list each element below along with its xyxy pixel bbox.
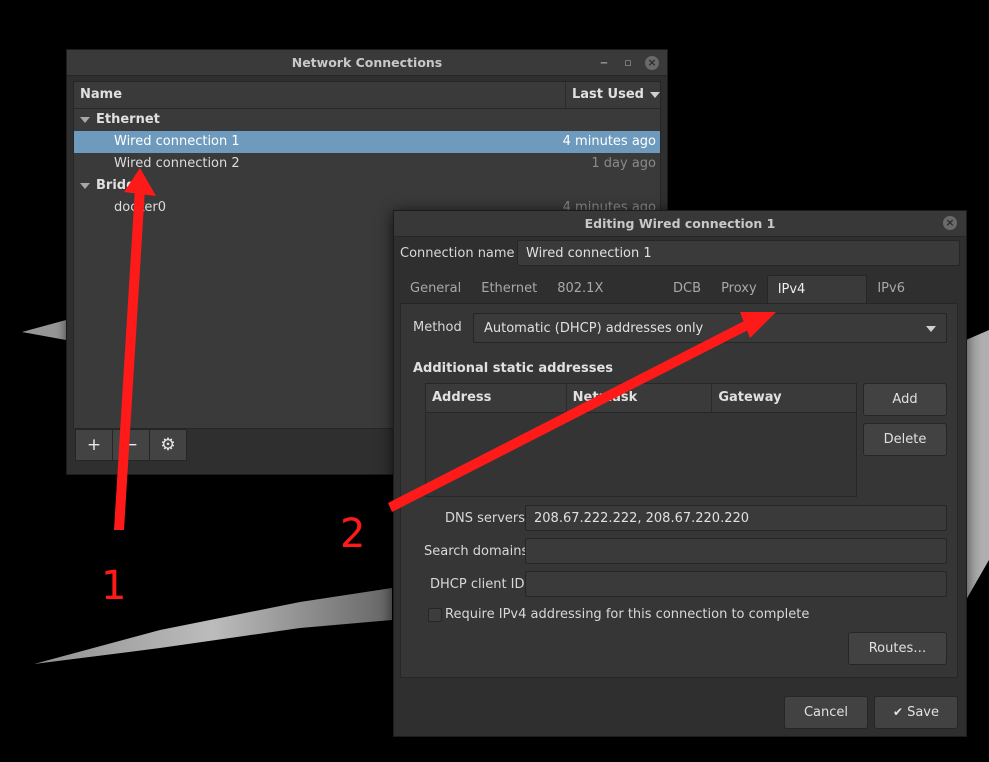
connection-name: docker0: [114, 200, 167, 215]
group-ethernet[interactable]: Ethernet: [74, 109, 660, 131]
dhcp-client-id-input[interactable]: [525, 571, 947, 597]
checkmark-icon: ✔: [893, 705, 904, 719]
group-label: Ethernet: [96, 112, 160, 127]
close-icon[interactable]: ×: [943, 216, 957, 230]
additional-static-title: Additional static addresses: [413, 361, 614, 376]
column-name-label: Name: [80, 87, 123, 102]
tab-dcb[interactable]: DCB: [663, 275, 711, 303]
editing-connection-window: Editing Wired connection 1 × Connection …: [393, 210, 967, 737]
search-domains-label: Search domains: [424, 544, 529, 559]
tab-ipv4-settings[interactable]: IPv4 Settings: [766, 275, 868, 325]
column-name[interactable]: Name: [74, 82, 566, 108]
static-addresses-table[interactable]: Address Netmask Gateway: [425, 383, 857, 497]
column-netmask[interactable]: Netmask: [567, 384, 713, 412]
group-bridge[interactable]: Bridge: [74, 175, 660, 197]
close-icon[interactable]: ×: [645, 55, 659, 70]
tab-proxy[interactable]: Proxy: [711, 275, 767, 303]
editor-titlebar[interactable]: Editing Wired connection 1 ×: [394, 211, 966, 237]
tab-ipv6-settings[interactable]: IPv6 Settings: [867, 275, 966, 324]
network-connections-titlebar[interactable]: Network Connections ‒ ▫ ×: [67, 50, 667, 76]
table-header: Address Netmask Gateway: [426, 384, 856, 413]
tab-general[interactable]: General: [400, 275, 471, 303]
column-last-used[interactable]: Last Used: [566, 82, 660, 108]
column-gateway[interactable]: Gateway: [712, 384, 856, 412]
cancel-button[interactable]: Cancel: [784, 696, 868, 729]
editor-title: Editing Wired connection 1: [584, 216, 776, 231]
add-address-button[interactable]: Add: [863, 383, 947, 416]
column-address[interactable]: Address: [426, 384, 567, 412]
connections-toolbar: + − ⚙: [75, 429, 187, 461]
add-connection-button[interactable]: +: [75, 429, 113, 461]
annotation-label-2: 2: [340, 511, 366, 557]
group-label: Bridge: [96, 178, 145, 193]
expand-triangle-icon[interactable]: [80, 183, 90, 189]
method-select[interactable]: Automatic (DHCP) addresses only: [473, 313, 947, 343]
dhcp-client-id-label: DHCP client ID: [430, 577, 525, 592]
method-value: Automatic (DHCP) addresses only: [484, 321, 704, 336]
connection-last-used: 1 day ago: [591, 156, 656, 171]
ipv4-settings-panel: Method Automatic (DHCP) addresses only A…: [400, 303, 958, 678]
list-item[interactable]: Wired connection 1 4 minutes ago: [74, 131, 660, 153]
window-title: Network Connections: [291, 55, 443, 70]
editor-tabs: General Ethernet 802.1X Security DCB Pro…: [400, 275, 966, 325]
save-button[interactable]: ✔ Save: [874, 696, 958, 729]
dns-servers-input[interactable]: 208.67.222.222, 208.67.220.220: [525, 505, 947, 531]
minimize-icon[interactable]: ‒: [597, 56, 611, 70]
remove-connection-button[interactable]: −: [113, 429, 150, 461]
expand-triangle-icon[interactable]: [80, 117, 90, 123]
sort-caret-icon: [649, 92, 660, 98]
search-domains-input[interactable]: [525, 538, 947, 564]
connection-name-input[interactable]: Wired connection 1: [517, 240, 960, 266]
connection-name: Wired connection 1: [114, 134, 240, 149]
require-ipv4-label: Require IPv4 addressing for this connect…: [445, 607, 810, 622]
connection-last-used: 4 minutes ago: [562, 134, 656, 149]
require-ipv4-checkbox[interactable]: [428, 608, 442, 622]
save-label: Save: [907, 705, 939, 720]
connection-name: Wired connection 2: [114, 156, 240, 171]
chevron-down-icon: [926, 326, 936, 332]
annotation-label-1: 1: [101, 563, 127, 609]
tab-ethernet[interactable]: Ethernet: [471, 275, 547, 303]
tab-8021x-security[interactable]: 802.1X Security: [547, 275, 663, 324]
list-item[interactable]: Wired connection 2 1 day ago: [74, 153, 660, 175]
list-header: Name Last Used: [74, 82, 660, 109]
method-label: Method: [413, 320, 462, 335]
column-last-used-label: Last Used: [572, 87, 644, 102]
maximize-icon[interactable]: ▫: [621, 56, 635, 70]
connection-name-label: Connection name: [400, 246, 515, 261]
delete-address-button[interactable]: Delete: [863, 423, 947, 456]
gear-icon: ⚙: [160, 435, 176, 455]
dns-servers-label: DNS servers: [445, 511, 526, 526]
routes-button[interactable]: Routes…: [848, 632, 947, 665]
settings-button[interactable]: ⚙: [150, 429, 187, 461]
